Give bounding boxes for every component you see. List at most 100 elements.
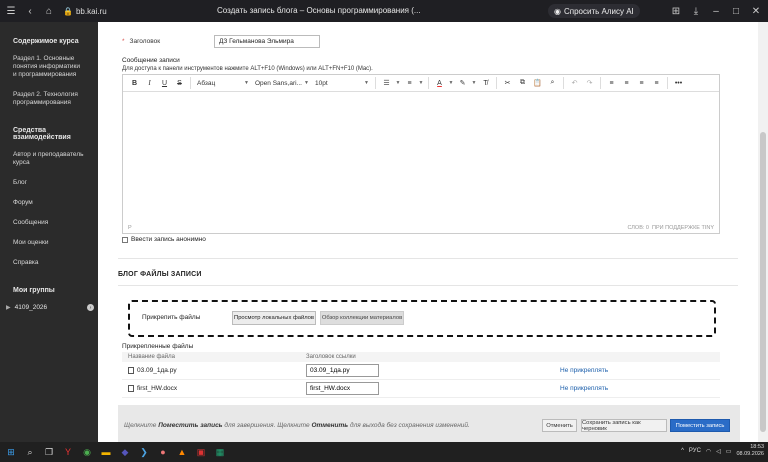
maximize-icon[interactable]: □ — [728, 3, 744, 19]
link-title-input[interactable] — [306, 382, 379, 395]
minimize-icon[interactable]: – — [708, 3, 724, 19]
link-title-input[interactable] — [306, 364, 379, 377]
sidebar-item-section-1[interactable]: Раздел 1. Основные понятия информатики и… — [0, 53, 98, 81]
italic-icon[interactable]: I — [142, 77, 157, 90]
paste-icon[interactable]: 📋 — [530, 77, 545, 90]
excel-icon[interactable]: ▦ — [212, 445, 228, 459]
font-select[interactable]: Open Sans,ari... ▼ — [252, 77, 312, 90]
back-icon[interactable]: ‹ — [22, 3, 38, 19]
divider — [118, 285, 738, 286]
detach-link[interactable]: Не прикреплять — [560, 385, 720, 392]
tray-arrow-icon[interactable]: ^ — [681, 448, 684, 454]
chevron-down-icon[interactable]: ▼ — [394, 77, 402, 90]
chevron-down-icon: ▼ — [364, 80, 369, 86]
extensions-icon[interactable]: ⊞ — [668, 3, 684, 19]
undo-icon[interactable]: ↶ — [567, 77, 582, 90]
address-bar[interactable]: 🔒 bb.kai.ru — [63, 7, 107, 16]
menu-icon[interactable]: ☰ — [3, 3, 19, 19]
paragraph-select[interactable]: Абзац ▼ — [194, 77, 252, 90]
sidebar-group-item[interactable]: ▶ 4109_2026 › — [0, 302, 98, 313]
size-select[interactable]: 10pt ▼ — [312, 77, 372, 90]
detach-link[interactable]: Не прикреплять — [560, 367, 720, 374]
clock[interactable]: 18:53 08.09.2026 — [736, 444, 764, 458]
task-view-icon[interactable]: ❐ — [41, 445, 57, 459]
language-indicator[interactable]: РУС — [689, 448, 701, 454]
text-color-icon[interactable]: A — [432, 77, 447, 90]
subject-input[interactable]: ДЗ Гельманова Эльмира — [214, 35, 320, 48]
align-left-icon[interactable]: ≡ — [604, 77, 619, 90]
app-icon[interactable]: ● — [155, 445, 171, 459]
attached-files-title: Прикрепленные файлы — [122, 343, 194, 350]
start-icon[interactable]: ⊞ — [3, 445, 19, 459]
browse-collection-button[interactable]: Обзор коллекции материалов — [320, 311, 404, 325]
file-drop-zone[interactable]: Прикрепить файлы Просмотр локальных файл… — [128, 300, 716, 337]
align-justify-icon[interactable]: ≡ — [649, 77, 664, 90]
browse-local-button[interactable]: Просмотр локальных файлов — [232, 311, 316, 325]
sidebar-groups-title: Мои группы — [13, 287, 55, 294]
folder-icon[interactable]: ▬ — [98, 445, 114, 459]
col-link-title: Заголовок ссылки — [306, 354, 356, 360]
chevron-down-icon: ▼ — [304, 80, 309, 86]
clear-format-icon[interactable]: T̸ — [478, 77, 493, 90]
more-icon[interactable]: ••• — [671, 77, 686, 90]
divider — [118, 258, 738, 259]
search-icon[interactable]: ⌕ — [545, 77, 560, 90]
app-icon[interactable]: ◆ — [117, 445, 133, 459]
battery-icon[interactable]: ▭ — [726, 448, 732, 455]
chevron-down-icon[interactable]: ▼ — [447, 77, 455, 90]
message-label: Сообщение записи — [122, 57, 180, 64]
sidebar-item-messages[interactable]: Сообщения — [0, 217, 98, 229]
close-icon[interactable]: ✕ — [748, 3, 764, 19]
sidebar-item-author[interactable]: Автор и преподаватель курса — [0, 149, 98, 169]
sidebar-item-grades[interactable]: Мои оценки — [0, 237, 98, 249]
chevron-down-icon[interactable]: ▼ — [470, 77, 478, 90]
wifi-icon[interactable]: ◠ — [706, 448, 711, 455]
scrollbar-thumb[interactable] — [760, 132, 766, 432]
copy-icon[interactable]: ⧉ — [515, 77, 530, 90]
strikethrough-icon[interactable]: S — [172, 77, 187, 90]
submit-button[interactable]: Поместить запись — [670, 419, 730, 432]
url-text: bb.kai.ru — [75, 6, 107, 16]
toolbar-hint: Для доступа к панели инструментов нажмит… — [122, 66, 373, 72]
highlight-icon[interactable]: ✎ — [455, 77, 470, 90]
sidebar-item-blog[interactable]: Блог — [0, 177, 98, 189]
align-center-icon[interactable]: ≡ — [619, 77, 634, 90]
sidebar-item-section-2[interactable]: Раздел 2. Технология программирования — [0, 89, 98, 109]
bullet-list-icon[interactable]: ☰ — [379, 77, 394, 90]
yandex-browser-icon[interactable]: Y — [60, 445, 76, 459]
chevron-down-icon: ▼ — [244, 80, 249, 86]
bookmark-icon[interactable]: ⌂ — [41, 3, 57, 19]
page-scrollbar[interactable] — [758, 22, 768, 442]
search-icon[interactable]: ⌕ — [22, 445, 38, 459]
save-draft-button[interactable]: Сохранить запись как черновик — [581, 419, 667, 432]
bold-icon[interactable]: B — [127, 77, 142, 90]
table-row: 03.09_1да.py Не прикреплять — [122, 362, 720, 380]
align-right-icon[interactable]: ≡ — [634, 77, 649, 90]
download-icon[interactable]: ⤓ — [688, 3, 704, 19]
table-header: Название файла Заголовок ссылки — [122, 352, 720, 362]
chrome-icon[interactable]: ◉ — [79, 445, 95, 459]
sidebar-item-forum[interactable]: Форум — [0, 197, 98, 209]
tiny-brand[interactable]: ПРИ ПОДДЕРЖКЕ TINY — [652, 225, 714, 231]
pdf-icon[interactable]: ▣ — [193, 445, 209, 459]
app-icon[interactable]: ▲ — [174, 445, 190, 459]
chevron-down-icon[interactable]: ▼ — [417, 77, 425, 90]
underline-icon[interactable]: U — [157, 77, 172, 90]
anonymous-option[interactable]: Ввести запись анонимно — [122, 236, 206, 243]
anonymous-checkbox[interactable] — [122, 236, 128, 243]
cut-icon[interactable]: ✂ — [500, 77, 515, 90]
volume-icon[interactable]: ◁ — [716, 448, 721, 455]
numbered-list-icon[interactable]: ≡ — [402, 77, 417, 90]
cancel-button[interactable]: Отменить — [542, 419, 577, 432]
table-row: first_HW.docx Не прикреплять — [122, 380, 720, 398]
vscode-icon[interactable]: ❯ — [136, 445, 152, 459]
file-name: first_HW.docx — [137, 385, 178, 392]
ask-alice-button[interactable]: ◉ Спросить Алису AI — [548, 4, 640, 18]
redo-icon[interactable]: ↷ — [582, 77, 597, 90]
tab-title: Создать запись блога – Основы программир… — [217, 6, 421, 15]
sidebar-item-help[interactable]: Справка — [0, 257, 98, 269]
editor-body[interactable] — [123, 92, 719, 231]
sidebar-content-title: Содержимое курса — [13, 38, 79, 45]
group-options-icon[interactable]: › — [87, 304, 94, 311]
editor-toolbar: B I U S Абзац ▼ Open Sans,ari... ▼ 10pt ▼ ☰… — [123, 75, 719, 92]
